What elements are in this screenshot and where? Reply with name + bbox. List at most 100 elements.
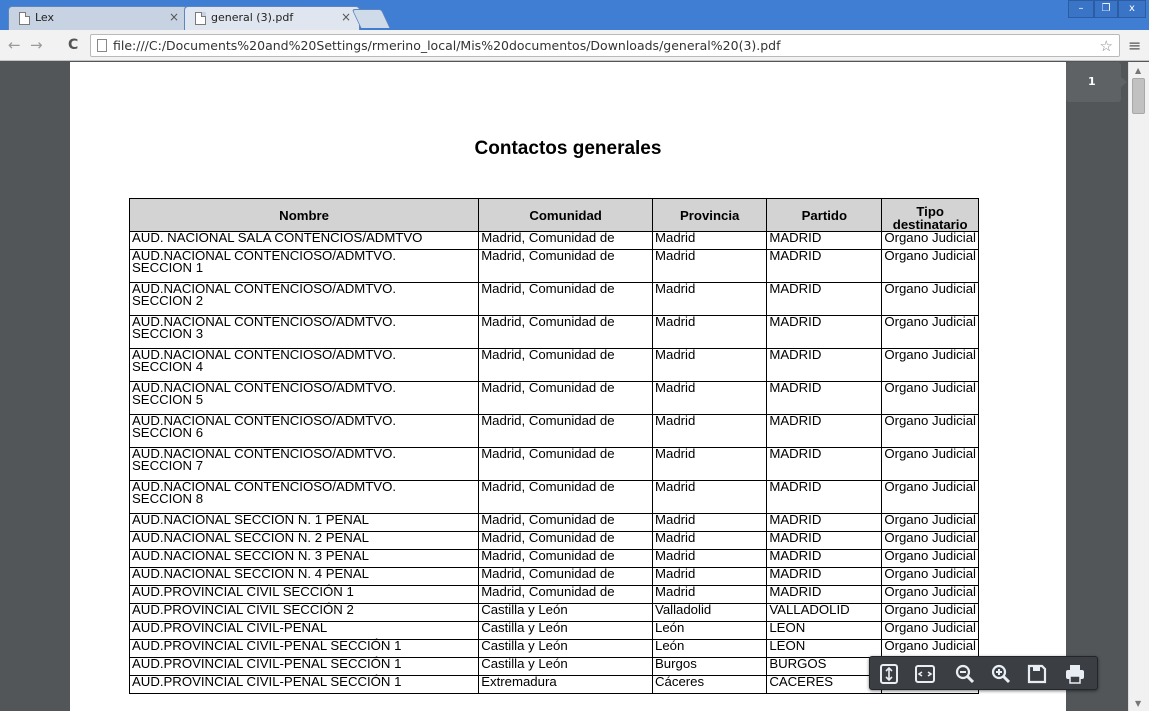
tab-title: general (3).pdf [211,11,294,24]
cell-partido: MADRID [766,530,883,550]
forward-icon[interactable]: → [30,36,43,54]
cell-partido-text: BURGOS [769,656,827,671]
cell-nombre-text-line2: SECCION 7 [132,458,204,473]
cell-provincia: León [651,639,768,658]
cell-partido-text: MADRID [769,281,822,296]
cell-provincia: Madrid [651,348,768,382]
cell-nombre: AUD.PROVINCIAL CIVIL-PENAL SECCIÓN 1 [128,675,480,694]
cell-tipo-text: Organo Judicial [884,281,976,296]
cell-nombre-text-line2: SECCION 5 [132,392,204,407]
cell-provincia-text: Madrid [655,281,696,296]
cell-nombre-text: AUD. NACIONAL SALA CONTENCIOS/ADMTVO [132,230,423,245]
cell-tipo: Organo Judicial [881,513,979,532]
bookmark-star-icon[interactable]: ☆ [1100,37,1113,55]
table-row: AUD.NACIONAL SECCION N. 3 PENAL Madrid, C… [128,548,979,568]
cell-provincia-text: Valladolid [655,602,712,617]
table-row: AUD.NACIONAL SECCION N. 2 PENAL Madrid, C… [128,530,979,550]
close-window-button[interactable]: x [1118,0,1146,18]
cell-partido: MADRID [766,248,883,283]
vertical-scrollbar[interactable]: ▲ ▼ [1128,62,1149,711]
cell-tipo: Organo Judicial [881,413,979,448]
cell-tipo: Organo Judicial [881,548,979,568]
tab-general-pdf[interactable]: general (3).pdf × [184,6,360,30]
pdf-toolbar [869,656,1098,690]
pdf-page: Contactos generales Nombre Comunidad Pro… [70,62,1066,711]
cell-provincia-text: Madrid [655,479,696,494]
cell-provincia-text: Madrid [655,530,696,545]
cell-partido-text: MADRID [769,248,822,263]
tab-title: Lex [35,11,55,24]
cell-tipo: Organo Judicial [881,480,979,514]
cell-comunidad: Madrid, Comunidad de [478,315,653,349]
cell-partido: MADRID [766,348,883,382]
cell-comunidad: Castilla y León [478,621,653,640]
cell-nombre: AUD.NACIONAL SECCION N. 1 PENAL [128,512,480,532]
restore-button[interactable]: ❐ [1094,0,1118,18]
cell-tipo-text: Organo Judicial [884,548,976,563]
column-header-tipo-destinatario: Tipo destinatario [881,198,979,232]
zoom-in-icon[interactable] [988,662,1014,686]
cell-provincia: Madrid [651,549,768,568]
tab-close-icon[interactable]: × [341,10,351,24]
fit-page-icon[interactable] [876,662,902,686]
minimize-button[interactable]: – [1068,0,1094,18]
cell-provincia: Madrid [651,315,768,349]
table-row: AUD.NACIONAL CONTENCIOSO/ADMTVO. SECCION … [128,479,979,514]
scrollbar-thumb[interactable] [1132,78,1145,114]
cell-nombre-text-line2: SECCION 3 [132,326,204,341]
scroll-up-arrow-icon[interactable]: ▲ [1135,66,1141,75]
cell-comunidad: Castilla y León [478,639,653,658]
cell-tipo-text: Organo Judicial [884,584,976,599]
cell-comunidad-text: Madrid, Comunidad de [481,479,615,494]
cell-provincia-text: Madrid [655,566,696,581]
cell-partido: VALLADOLID [766,602,883,622]
cell-comunidad-text: Madrid, Comunidad de [481,530,615,545]
cell-nombre-text: AUD.NACIONAL SECCION N. 1 PENAL [132,512,369,527]
cell-partido-text: MADRID [769,566,822,581]
cell-nombre-text-line2: SECCION 8 [132,491,204,506]
url-text[interactable]: file:///C:/Documents%20and%20Settings/rm… [113,38,781,53]
print-icon[interactable] [1062,662,1088,686]
pdf-viewer[interactable]: Contactos generales Nombre Comunidad Pro… [0,62,1128,711]
cell-nombre-text-line2: SECCION 4 [132,359,204,374]
cell-tipo: Organo Judicial [881,639,979,658]
scroll-down-arrow-icon[interactable]: ▼ [1135,699,1141,708]
menu-icon[interactable]: ≡ [1128,36,1141,55]
table-row: AUD.NACIONAL CONTENCIOSO/ADMTVO. SECCION … [128,281,979,316]
cell-comunidad-text: Madrid, Comunidad de [481,446,615,461]
cell-provincia: Burgos [651,657,768,676]
reload-icon[interactable]: C [68,37,78,53]
cell-comunidad-text: Madrid, Comunidad de [481,248,615,263]
table-row: AUD.NACIONAL SECCION N. 1 PENAL Madrid, C… [128,512,979,532]
cell-partido-text: MADRID [769,530,822,545]
fit-width-icon[interactable] [912,662,938,686]
cell-comunidad-text: Madrid, Comunidad de [481,380,615,395]
tab-lex[interactable]: Lex × [8,6,188,30]
cell-partido: MADRID [766,479,883,514]
cell-nombre-text: AUD.PROVINCIAL CIVIL-PENAL SECCIÓN 1 [132,656,402,671]
cell-nombre-text: AUD.PROVINCIAL CIVIL-PENAL [132,620,328,635]
cell-provincia: León [651,621,768,640]
save-icon[interactable] [1024,662,1050,686]
document-title: Contactos generales [474,138,662,159]
cell-partido-text: MADRID [769,584,822,599]
cell-partido-text: MADRID [769,479,822,494]
cell-comunidad: Madrid, Comunidad de [478,231,653,250]
cell-partido-text: LEON [769,620,806,635]
back-icon[interactable]: ← [8,36,21,54]
tab-close-icon[interactable]: × [169,10,179,24]
cell-provincia: Madrid [651,585,768,604]
cell-provincia-text: Madrid [655,413,696,428]
cell-nombre: AUD.PROVINCIAL CIVIL-PENAL SECCIÓN 1 [128,639,480,658]
address-bar[interactable]: file:///C:/Documents%20and%20Settings/rm… [90,34,1120,57]
cell-partido-text: VALLADOLID [769,602,850,617]
cell-nombre: AUD.NACIONAL CONTENCIOSO/ADMTVO. SECCION … [128,315,480,349]
cell-nombre-text: AUD.NACIONAL SECCION N. 3 PENAL [132,548,369,563]
cell-nombre: AUD.NACIONAL CONTENCIOSO/ADMTVO. SECCION … [128,348,480,382]
cell-comunidad-text: Madrid, Comunidad de [481,281,615,296]
zoom-out-icon[interactable] [952,662,978,686]
cell-tipo: Organo Judicial [881,447,979,481]
cell-tipo-text: Organo Judicial [884,413,976,428]
cell-provincia: Madrid [651,249,768,283]
cell-partido: MADRID [766,549,883,568]
